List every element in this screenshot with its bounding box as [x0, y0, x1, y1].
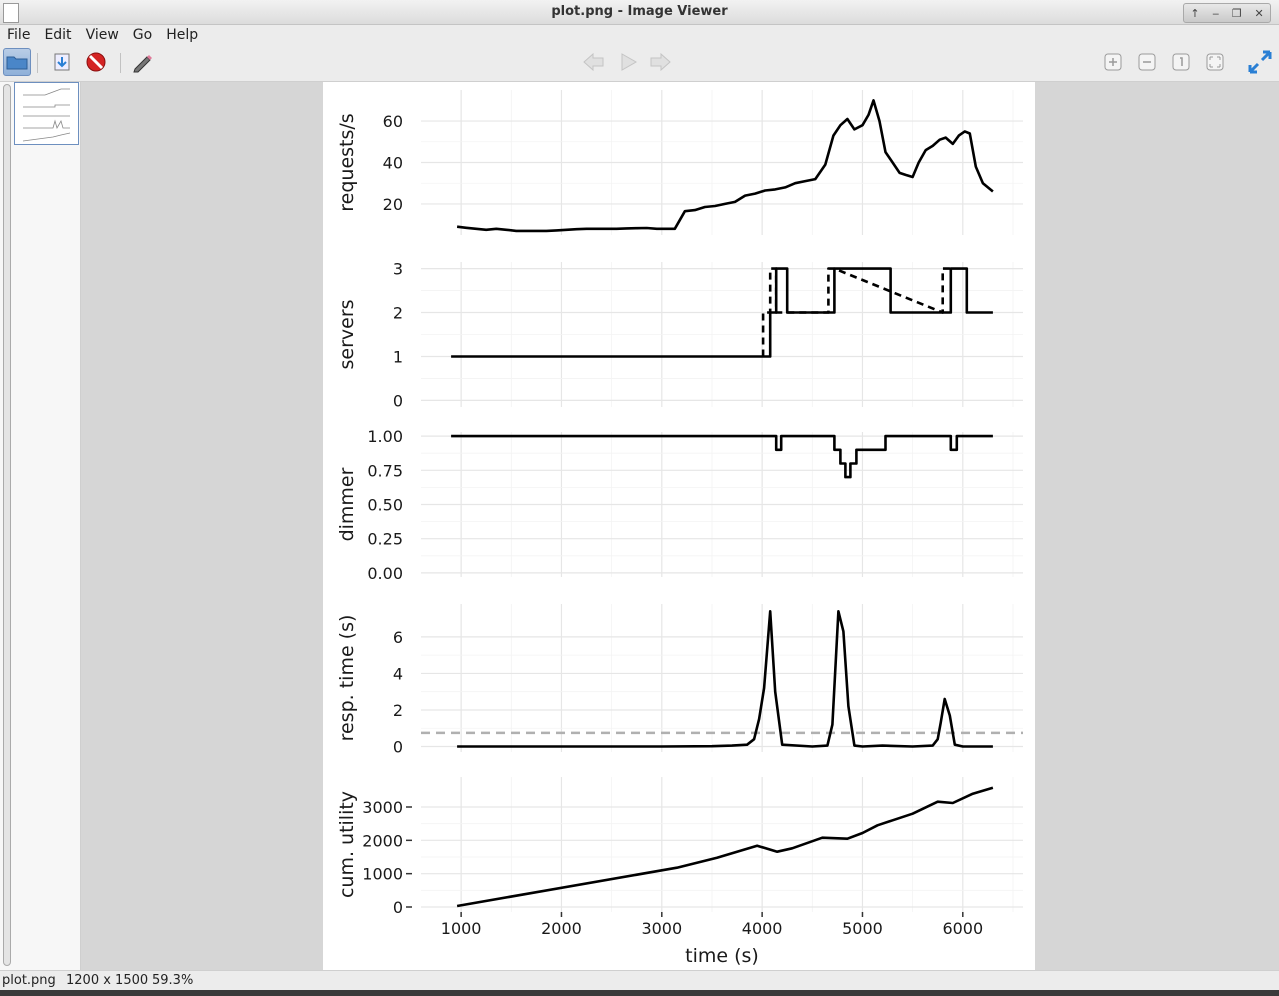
folder-icon [6, 56, 28, 70]
toolbar-separator [120, 53, 121, 73]
window-title: plot.png - Image Viewer [551, 4, 728, 19]
y-axis-label: servers [336, 299, 358, 369]
y-tick-label: 0.00 [367, 564, 403, 583]
y-tick-label: 6 [393, 628, 403, 647]
y-tick-label: 20 [383, 195, 403, 214]
y-axis-label: resp. time (s) [336, 615, 358, 742]
menu-go[interactable]: Go [126, 25, 159, 45]
y-tick-label: 0.50 [367, 496, 403, 515]
y-tick-label: 4 [393, 664, 403, 683]
y-axis-label: requests/s [336, 113, 358, 211]
open-folder-button[interactable] [3, 48, 31, 76]
toolbar-separator [37, 53, 38, 73]
y-tick-label: 2 [393, 701, 403, 720]
status-dimensions: 1200 x 1500 [66, 973, 149, 988]
menu-bar: File Edit View Go Help [0, 25, 1279, 45]
zoom-out-icon [1138, 53, 1156, 71]
taskbar-edge [0, 990, 1279, 996]
menu-file[interactable]: File [0, 25, 37, 45]
y-tick-label: 0 [393, 738, 403, 757]
thumbnail-sidebar [0, 82, 81, 970]
y-tick-label: 0 [393, 391, 403, 410]
pencil-icon [133, 55, 152, 73]
plot-image: 204060requests/s0123servers0.000.250.500… [336, 90, 1023, 967]
x-tick-label: 6000 [942, 919, 983, 938]
x-tick-label: 3000 [641, 919, 682, 938]
close-icon[interactable]: ✕ [1254, 7, 1263, 20]
y-tick-label: 40 [383, 154, 403, 173]
original-size-icon [1172, 53, 1190, 71]
y-tick-label: 3 [393, 260, 403, 279]
y-tick-label: 1.00 [367, 427, 403, 446]
play-icon [621, 53, 638, 71]
y-tick-label: 1000 [362, 865, 403, 884]
delete-button[interactable] [82, 48, 110, 76]
y-tick-label: 60 [383, 112, 403, 131]
sidebar-scrollbar[interactable] [3, 84, 11, 966]
x-tick-label: 5000 [842, 919, 883, 938]
y-tick-label: 0 [393, 898, 403, 917]
status-zoom: 59.3% [152, 973, 194, 988]
x-tick-label: 1000 [441, 919, 482, 938]
series-line [451, 434, 993, 479]
plot-thumbnail-image [22, 88, 71, 142]
menu-edit[interactable]: Edit [37, 25, 78, 45]
y-tick-label: 2000 [362, 831, 403, 850]
x-tick-label: 4000 [742, 919, 783, 938]
save-icon [54, 53, 70, 71]
shade-icon[interactable]: ↑ [1190, 7, 1199, 20]
y-axis-label: dimmer [336, 467, 358, 541]
best-fit-button[interactable] [1201, 48, 1229, 76]
y-tick-label: 3000 [362, 798, 403, 817]
zoom-out-button[interactable] [1133, 48, 1161, 76]
maximize-icon[interactable]: ❐ [1232, 7, 1242, 20]
x-axis-label: time (s) [685, 945, 759, 967]
image-canvas: 20 40 60 requests/s 0 1 2 3 servers 0.00 0.25 0.50 0… [323, 82, 1035, 970]
previous-button[interactable] [580, 48, 608, 76]
arrow-right-icon [650, 52, 671, 72]
next-button[interactable] [646, 48, 674, 76]
y-tick-label: 0.75 [367, 461, 403, 480]
delete-icon [86, 52, 106, 72]
toolbar [0, 45, 1279, 82]
x-tick-label: 2000 [541, 919, 582, 938]
status-bar: plot.png 1200 x 1500 59.3% [0, 970, 1279, 991]
fullscreen-icon [1248, 50, 1272, 74]
y-tick-label: 0.25 [367, 530, 403, 549]
title-bar: plot.png - Image Viewer ↑ ‒ ❐ ✕ [0, 0, 1279, 25]
original-size-button[interactable] [1167, 48, 1195, 76]
arrow-left-icon [583, 52, 604, 72]
y-axis-label: cum. utility [336, 791, 358, 898]
zoom-in-icon [1104, 53, 1122, 71]
edit-button[interactable] [128, 48, 156, 76]
plot-thumbnail[interactable] [14, 82, 79, 145]
fullscreen-button[interactable] [1246, 48, 1274, 76]
zoom-in-button[interactable] [1099, 48, 1127, 76]
save-button[interactable] [48, 48, 76, 76]
menu-view[interactable]: View [79, 25, 126, 45]
status-filename: plot.png [2, 973, 56, 988]
y-tick-label: 2 [393, 304, 403, 323]
best-fit-icon [1206, 53, 1224, 71]
menu-help[interactable]: Help [159, 25, 205, 45]
y-tick-label: 1 [393, 347, 403, 366]
minimize-icon[interactable]: ‒ [1212, 7, 1219, 20]
slideshow-button[interactable] [614, 48, 642, 76]
window-controls: ↑ ‒ ❐ ✕ [1183, 3, 1271, 23]
